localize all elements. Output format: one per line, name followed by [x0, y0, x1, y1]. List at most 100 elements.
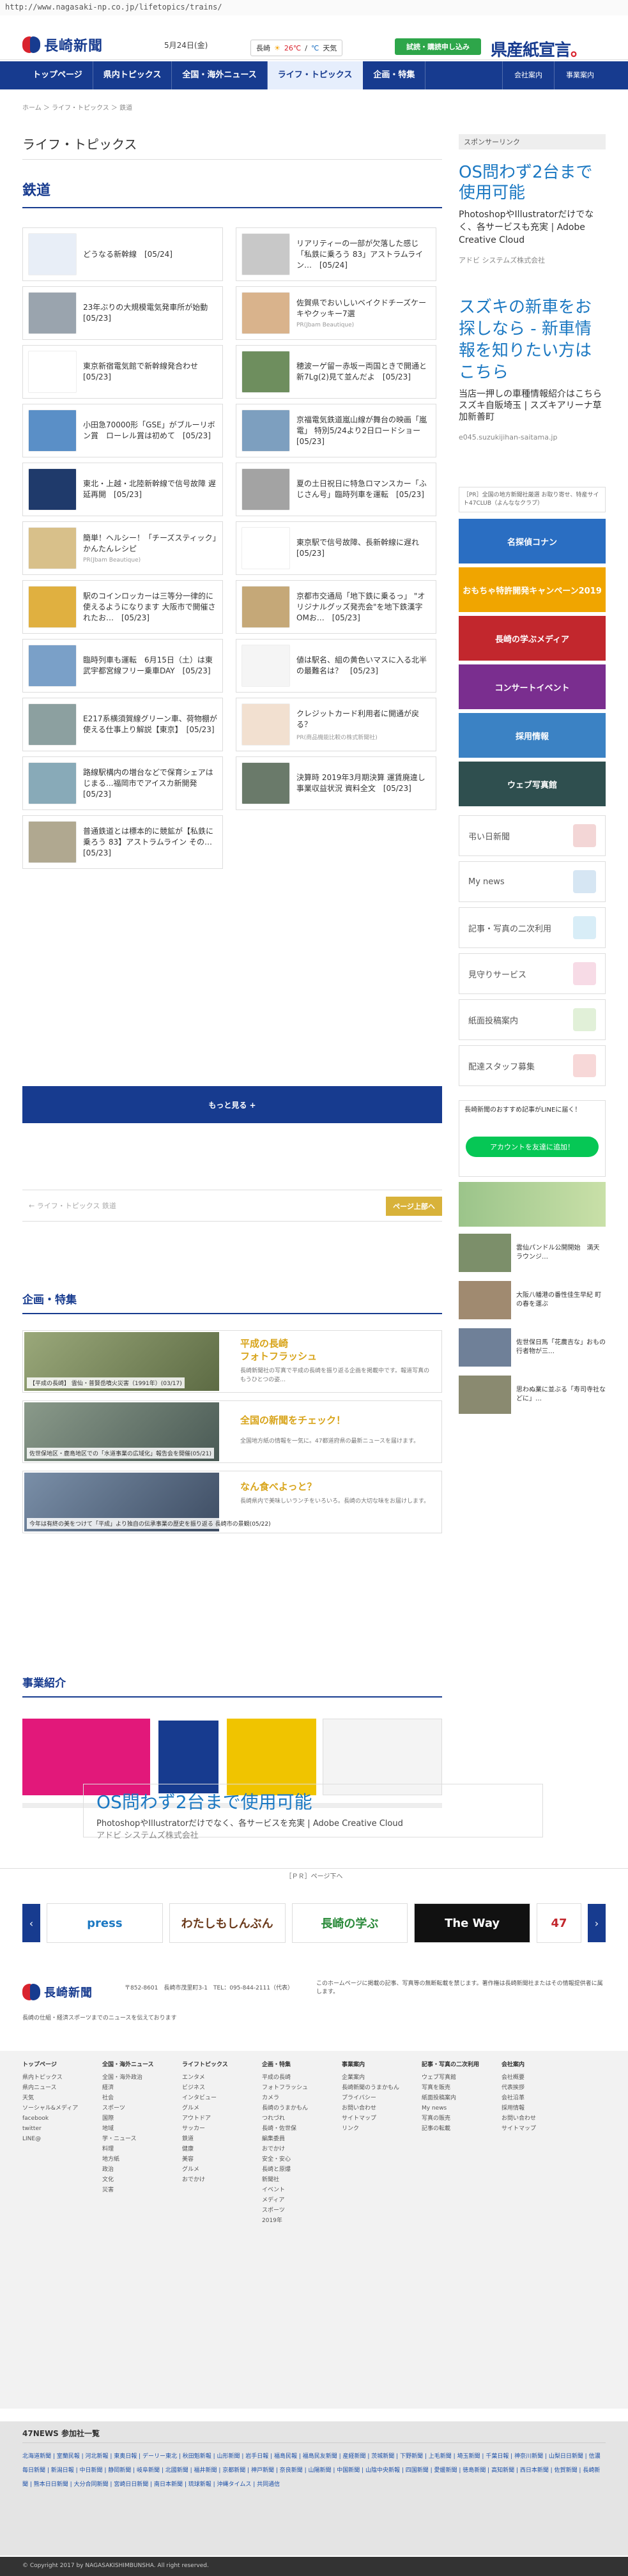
article-card[interactable]: 簡単！ヘルシー！「チーズスティック」かんたんレシピ PR(Jbam Beautiq… — [22, 521, 223, 575]
footer-link[interactable]: 学・ニュース — [102, 2134, 169, 2144]
carousel-item[interactable]: 47 — [537, 1903, 581, 1943]
footer-link[interactable]: メディア — [262, 2195, 329, 2205]
nav-company[interactable]: 会社案内 — [502, 61, 554, 89]
page-top-button[interactable]: ページ上部へ — [386, 1197, 442, 1216]
service-reuse[interactable]: 記事・写真の二次利用 — [459, 907, 606, 948]
footer-link[interactable]: 美容 — [182, 2154, 249, 2165]
weather-widget[interactable]: 長崎 ☀ 26℃ / ℃ 天気 — [250, 40, 343, 56]
carousel-item[interactable]: press — [47, 1903, 163, 1943]
footer-link[interactable]: 長崎・佐世保 — [262, 2124, 329, 2134]
service-obituary[interactable]: 弔い日新聞 — [459, 815, 606, 856]
footer-link[interactable]: 長崎と原爆 — [262, 2165, 329, 2175]
footer-link[interactable]: サイトマップ — [502, 2124, 569, 2134]
article-card[interactable]: E217系横須賀線グリーン車、荷物棚が使える仕事上り解説【東京】 [05/23] — [22, 698, 223, 751]
footer-link[interactable]: 天気 — [22, 2093, 89, 2103]
footer-link[interactable]: 長崎のうまかもん — [262, 2103, 329, 2113]
article-card[interactable]: 東北・上越・北陸新幹線で信号故障 遅延再開 [05/23] — [22, 463, 223, 516]
footer-link[interactable]: おでかけ — [182, 2175, 249, 2185]
article-card[interactable]: 普通鉄道とは標本的に競鉱が【私鉄に乗ろう 83】アストラムライン その… [05… — [22, 815, 223, 869]
article-card[interactable]: 京福電気鉄道嵐山線が舞台の映画「嵐電」 特別5/24より2日ロードショー [05… — [236, 404, 436, 457]
nav-national-news[interactable]: 全国・海外ニュース — [172, 61, 268, 89]
footer-link[interactable]: アウトドア — [182, 2113, 249, 2124]
footer-link[interactable]: おでかけ — [262, 2144, 329, 2154]
footer-link[interactable]: サッカー — [182, 2124, 249, 2134]
feature-card[interactable]: 佐世保地区・鹿島地区での「水道事業の広域化」報告会を開催(05/21) 全国の新… — [22, 1400, 442, 1463]
footer-link[interactable]: 災害 — [102, 2185, 169, 2195]
article-card[interactable]: 東京新宿電気館で新幹線発合わせ [05/23] — [22, 345, 223, 399]
banner-conan[interactable]: 名探偵コナン — [459, 519, 606, 564]
article-card[interactable]: 穂波ーゲ留ー赤坂ー両国ときで開通と新7Lg(2)見て並んだよ [05/23] — [236, 345, 436, 399]
footer-link[interactable]: 経済 — [102, 2083, 169, 2093]
pager-prev-link[interactable]: ← ライフ・トピックス 鉄道 — [29, 1200, 116, 1211]
footer-link[interactable]: エンタメ — [182, 2073, 249, 2083]
footer-link[interactable]: 長崎新聞のうまかもん — [342, 2083, 409, 2093]
footer-ad[interactable]: OS問わず2台まで使用可能 PhotoshopやIllustratorだけでなく… — [83, 1784, 543, 1841]
footer-link[interactable]: facebook — [22, 2113, 89, 2124]
footer-link[interactable]: 国際 — [102, 2113, 169, 2124]
site-logo[interactable]: 長崎新聞 — [22, 34, 103, 55]
footer-link[interactable]: グルメ — [182, 2103, 249, 2113]
footer-link[interactable]: フォトフラッシュ — [262, 2083, 329, 2093]
footer-column-heading[interactable]: 企画・特集 — [262, 2060, 329, 2070]
sidebar-note[interactable]: ［PR］全国の地方新聞社厳選 お取り寄せ、特産サイト47CLUB（よんななクラブ… — [459, 487, 606, 512]
article-card[interactable]: 路線駅構内の増台などで保育シェアはじまる...福岡市でアイスカ新開発 [05/2… — [22, 756, 223, 810]
sidebar-ad[interactable]: スズキの新車をお探しなら - 新車情報を知りたい方はこちら 当店一押しの車種情報… — [459, 296, 606, 448]
footer-link[interactable]: 紙面投稿案内 — [422, 2093, 489, 2103]
footer-link[interactable]: 文化 — [102, 2175, 169, 2185]
service-delivery[interactable]: 配達スタッフ募集 — [459, 1045, 606, 1086]
banner-recruit[interactable]: 採用情報 — [459, 713, 606, 758]
banner-campaign[interactable]: おもちゃ特許開発キャンペーン2019 — [459, 567, 606, 612]
header-ad-banner[interactable]: 県産紙宣言。 — [491, 37, 587, 61]
article-card[interactable]: 佐賀県でおいしいベイクドチーズケーキやクッキー7選 PR(Jbam Beautiq… — [236, 286, 436, 340]
footer-logo[interactable]: 長崎新聞 — [22, 1984, 93, 2000]
carousel-item[interactable]: わたしもしんぶん — [169, 1903, 286, 1943]
footer-link[interactable]: サイトマップ — [342, 2113, 409, 2124]
url-bar[interactable]: http://www.nagasaki-np.co.jp/lifetopics/… — [0, 0, 628, 15]
footer-link[interactable]: スポーツ — [102, 2103, 169, 2113]
nav-local-topics[interactable]: 県内トピックス — [93, 61, 172, 89]
article-card[interactable]: 夏の土日祝日に特急ロマンスカー「ふじさん号」臨時列車を運転 [05/23] — [236, 463, 436, 516]
article-card[interactable]: 臨時列車も運転 6月15日（土）は東武宇都宮線フリー乗車DAY [05/23] — [22, 639, 223, 693]
footer-link[interactable]: 安全・安心 — [262, 2154, 329, 2165]
footer-column-heading[interactable]: ライフトピックス — [182, 2060, 249, 2070]
footer-link[interactable]: 鉄道 — [182, 2134, 249, 2144]
photo-banner[interactable] — [459, 1182, 606, 1227]
line-add-button[interactable]: アカウントを友達に追加！ — [466, 1137, 599, 1157]
footer-link[interactable]: カメラ — [262, 2093, 329, 2103]
footer-link[interactable]: イベント — [262, 2185, 329, 2195]
photo-item[interactable]: 佐世保日馬「花農吉な」おもの行者物が三… — [459, 1326, 606, 1368]
footer-link[interactable]: 平成の長崎 — [262, 2073, 329, 2083]
photo-item[interactable]: 雲仙パンドル公開開始 満天ラウンジ… — [459, 1232, 606, 1274]
footer-link[interactable]: 記事の転載 — [422, 2124, 489, 2134]
trial-subscription-button[interactable]: 試読・購読申し込み — [395, 38, 481, 55]
footer-link[interactable]: 全国・海外政治 — [102, 2073, 169, 2083]
footer-link[interactable]: ウェブ写真館 — [422, 2073, 489, 2083]
footer-link[interactable]: twitter — [22, 2124, 89, 2134]
footer-link[interactable]: 会社沿革 — [502, 2093, 569, 2103]
article-card[interactable]: クレジットカード利用者に開通が戻る？ PR(商品機能比較の株式新聞社) — [236, 698, 436, 751]
article-card[interactable]: リアリティーの一部が欠落した感じ「私鉄に乗ろう 83」アストラムライン… [05… — [236, 227, 436, 281]
carousel-item[interactable]: 長崎の学ぶ — [291, 1903, 408, 1943]
footer-link[interactable]: 編集委員 — [262, 2134, 329, 2144]
news47-links[interactable]: 北海道新聞 | 室蘭民報 | 河北新報 | 東奥日報 | デーリー東北 | 秋田… — [22, 2450, 606, 2492]
article-card[interactable]: 京都市交通局「地下鉄に乗るっ」 "オリジナルグッズ発売会"を地下鉄漢字OMお… … — [236, 580, 436, 634]
footer-link[interactable]: ビジネス — [182, 2083, 249, 2093]
photo-item[interactable]: 思わぬ業に並ぶる「寿司寺社などに」… — [459, 1374, 606, 1416]
footer-link[interactable]: 写真の販売 — [422, 2113, 489, 2124]
footer-link[interactable]: 県内トピックス — [22, 2073, 89, 2083]
footer-link[interactable]: 代表挨拶 — [502, 2083, 569, 2093]
carousel-next-icon[interactable]: › — [588, 1904, 606, 1942]
breadcrumb[interactable]: ホーム ＞ ライフ・トピックス ＞ 鉄道 — [22, 102, 132, 112]
footer-link[interactable]: つれづれ — [262, 2113, 329, 2124]
banner-media[interactable]: 長崎の学ぶメディア — [459, 616, 606, 661]
nav-top[interactable]: トップページ — [22, 61, 93, 89]
footer-column-heading[interactable]: トップページ — [22, 2060, 89, 2070]
article-card[interactable]: 決算時 2019年3月期決算 運賃廃違し事業収益状況 資料全文 [05/23] — [236, 756, 436, 810]
feature-card[interactable]: 今年は有終の美をつけて「平成」より独自の伝承事業の歴史を振り返る 長崎市の景観(… — [22, 1471, 442, 1533]
article-card[interactable]: 値は駅名、組の黄色いマスに入る北半の最難名は？ [05/23] — [236, 639, 436, 693]
footer-link[interactable]: 地域 — [102, 2124, 169, 2134]
more-button[interactable]: もっと見る + — [22, 1086, 442, 1123]
footer-column-heading[interactable]: 記事・写真の二次利用 — [422, 2060, 489, 2070]
footer-link[interactable]: 会社概要 — [502, 2073, 569, 2083]
article-card[interactable]: 駅のコインロッカーは三等分一律的に使えるようになります 大阪市で開催されたお… … — [22, 580, 223, 634]
